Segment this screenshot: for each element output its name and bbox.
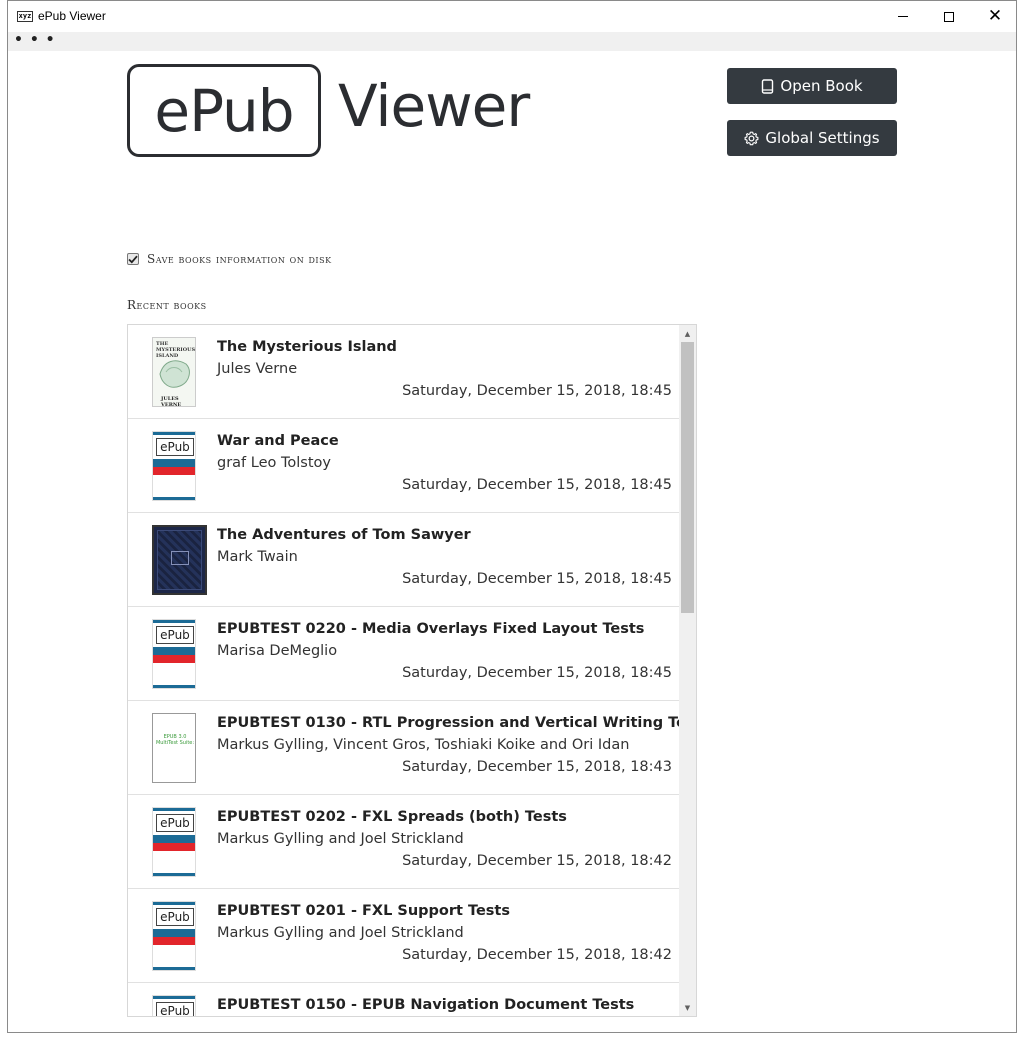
close-icon: ✕ <box>987 6 1003 26</box>
cover-epub-word: ePub <box>156 1002 194 1016</box>
book-cover: ePub <box>152 995 196 1016</box>
app-icon: xyz <box>17 11 33 22</box>
recent-books-list: THE MYSTERIOUS ISLAND JULES VERNE The Myst… <box>127 324 697 1017</box>
window-title: ePub Viewer <box>38 9 106 23</box>
cover-epub-word: ePub <box>156 908 194 926</box>
book-cover <box>152 525 207 595</box>
book-author: Marisa DeMeglio <box>217 643 338 659</box>
global-settings-label: Global Settings <box>765 129 880 147</box>
book-title: The Adventures of Tom Sawyer <box>217 527 471 543</box>
book-date: Saturday, December 15, 2018, 18:43 <box>402 759 672 775</box>
logo-box: ePub <box>127 64 321 157</box>
scroll-up-arrow-icon[interactable]: ▲ <box>679 325 696 342</box>
cover-author-text: JULES VERNE <box>161 396 182 407</box>
book-date: Saturday, December 15, 2018, 18:45 <box>402 665 672 681</box>
title-bar[interactable]: xyz ePub Viewer ✕ <box>8 1 1016 32</box>
book-author: Jules Verne <box>217 361 298 377</box>
gear-icon <box>744 131 759 145</box>
book-author: Markus Gylling, Vincent Gros, Toshiaki K… <box>217 737 630 753</box>
cover-title-text: EPUB 3.0 MultiTest Suite: <box>155 734 195 746</box>
book-row[interactable]: EPUB 3.0 MultiTest Suite: EPUBTEST 0130 -… <box>128 701 696 795</box>
global-settings-button[interactable]: Global Settings <box>727 120 897 156</box>
save-books-option[interactable]: Save books information on disk <box>127 252 332 266</box>
maximize-button[interactable] <box>926 1 972 32</box>
maximize-icon <box>944 11 954 22</box>
recent-books-heading: Recent books <box>127 298 207 312</box>
book-title: EPUBTEST 0201 - FXL Support Tests <box>217 903 510 919</box>
logo-box-text: ePub <box>154 76 294 145</box>
book-row[interactable]: ePub EPUBTEST 0202 - FXL Spreads (both) T… <box>128 795 679 889</box>
book-row[interactable]: ePub War and Peace graf Leo Tolstoy Saturda… <box>128 419 679 513</box>
book-cover: ePub <box>152 807 196 877</box>
book-author: Mark Twain <box>217 549 298 565</box>
book-row[interactable]: THE MYSTERIOUS ISLAND JULES VERNE The Myst… <box>128 325 679 419</box>
book-author: Markus Gylling and Joel Strickland <box>217 925 464 941</box>
recent-books-items: THE MYSTERIOUS ISLAND JULES VERNE The Myst… <box>128 325 696 1016</box>
book-cover: THE MYSTERIOUS ISLAND JULES VERNE <box>152 337 196 407</box>
close-button[interactable]: ✕ <box>972 1 1016 32</box>
book-row[interactable]: ePub EPUBTEST 0201 - FXL Support Tests Mar… <box>128 889 679 983</box>
book-row[interactable]: The Adventures of Tom Sawyer Mark Twain Sa… <box>128 513 679 607</box>
book-date: Saturday, December 15, 2018, 18:42 <box>402 947 672 963</box>
cover-epub-word: ePub <box>156 626 194 644</box>
cover-epub-word: ePub <box>156 438 194 456</box>
book-title: EPUBTEST 0202 - FXL Spreads (both) Tests <box>217 809 567 825</box>
book-row[interactable]: ePub EPUBTEST 0150 - EPUB Navigation Docu… <box>128 983 679 1016</box>
book-cover: EPUB 3.0 MultiTest Suite: <box>152 713 196 783</box>
book-date: Saturday, December 15, 2018, 18:42 <box>402 853 672 869</box>
book-title: War and Peace <box>217 433 339 449</box>
cover-epub-word: ePub <box>156 814 194 832</box>
open-book-label: Open Book <box>780 77 863 95</box>
scroll-thumb[interactable] <box>681 342 694 613</box>
checkmark-icon <box>128 255 138 264</box>
book-date: Saturday, December 15, 2018, 18:45 <box>402 571 672 587</box>
book-title: The Mysterious Island <box>217 339 397 355</box>
menu-bar: • • • <box>8 32 1016 51</box>
book-cover: ePub <box>152 901 196 971</box>
book-cover: ePub <box>152 619 196 689</box>
scroll-down-arrow-icon[interactable]: ▼ <box>679 999 696 1016</box>
list-scrollbar[interactable]: ▲ ▼ <box>679 325 696 1016</box>
book-row[interactable]: ePub EPUBTEST 0220 - Media Overlays Fixed… <box>128 607 679 701</box>
app-window: xyz ePub Viewer ✕ • • • ePub Viewer Open… <box>7 0 1017 1033</box>
save-books-checkbox[interactable] <box>127 253 139 265</box>
logo-text: Viewer <box>338 72 530 140</box>
menu-overflow-button[interactable]: • • • <box>14 32 56 48</box>
book-icon <box>762 78 774 94</box>
book-author: graf Leo Tolstoy <box>217 455 331 471</box>
book-cover: ePub <box>152 431 196 501</box>
book-title: EPUBTEST 0130 - RTL Progression and Vert… <box>217 715 697 731</box>
book-title: EPUBTEST 0220 - Media Overlays Fixed Lay… <box>217 621 645 637</box>
minimize-icon <box>898 16 908 17</box>
book-date: Saturday, December 15, 2018, 18:45 <box>402 477 672 493</box>
book-date: Saturday, December 15, 2018, 18:45 <box>402 383 672 399</box>
minimize-button[interactable] <box>880 1 926 32</box>
open-book-button[interactable]: Open Book <box>727 68 897 104</box>
book-title: EPUBTEST 0150 - EPUB Navigation Document… <box>217 997 635 1013</box>
book-author: Markus Gylling and Joel Strickland <box>217 831 464 847</box>
save-books-label: Save books information on disk <box>147 252 332 266</box>
